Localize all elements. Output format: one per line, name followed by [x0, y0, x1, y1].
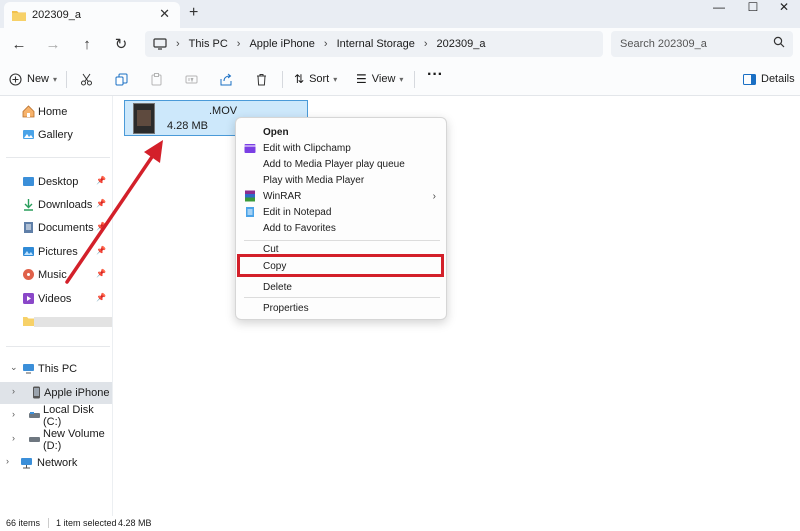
context-menu: Open Edit with Clipchamp Add to Media Pl… [235, 117, 447, 320]
winrar-icon [245, 190, 255, 202]
menu-item-play-with-media-player[interactable]: Play with Media Player [236, 172, 446, 188]
menu-item-winrar[interactable]: WinRAR › [236, 188, 446, 204]
status-bar: 66 items 1 item selected 4.28 MB [0, 516, 800, 531]
menu-item-add-to-play-queue[interactable]: Add to Media Player play queue [236, 156, 446, 172]
menu-item-edit-with-clipchamp[interactable]: Edit with Clipchamp [236, 140, 446, 156]
notepad-icon [246, 207, 254, 217]
menu-item-edit-in-notepad[interactable]: Edit in Notepad [236, 204, 446, 220]
selection-count: 1 item selected [56, 518, 117, 528]
menu-item-add-to-favorites[interactable]: Add to Favorites [236, 220, 446, 236]
menu-item-open[interactable]: Open [236, 124, 446, 140]
chevron-right-icon: › [432, 190, 436, 202]
selection-size: 4.28 MB [118, 518, 152, 528]
item-count: 66 items [6, 518, 41, 528]
clipchamp-icon [244, 144, 256, 153]
menu-item-delete[interactable]: Delete [236, 279, 446, 295]
menu-separator [244, 297, 440, 298]
menu-item-properties[interactable]: Properties [236, 300, 446, 316]
divider [48, 518, 49, 528]
copy-highlight-box [237, 254, 444, 277]
